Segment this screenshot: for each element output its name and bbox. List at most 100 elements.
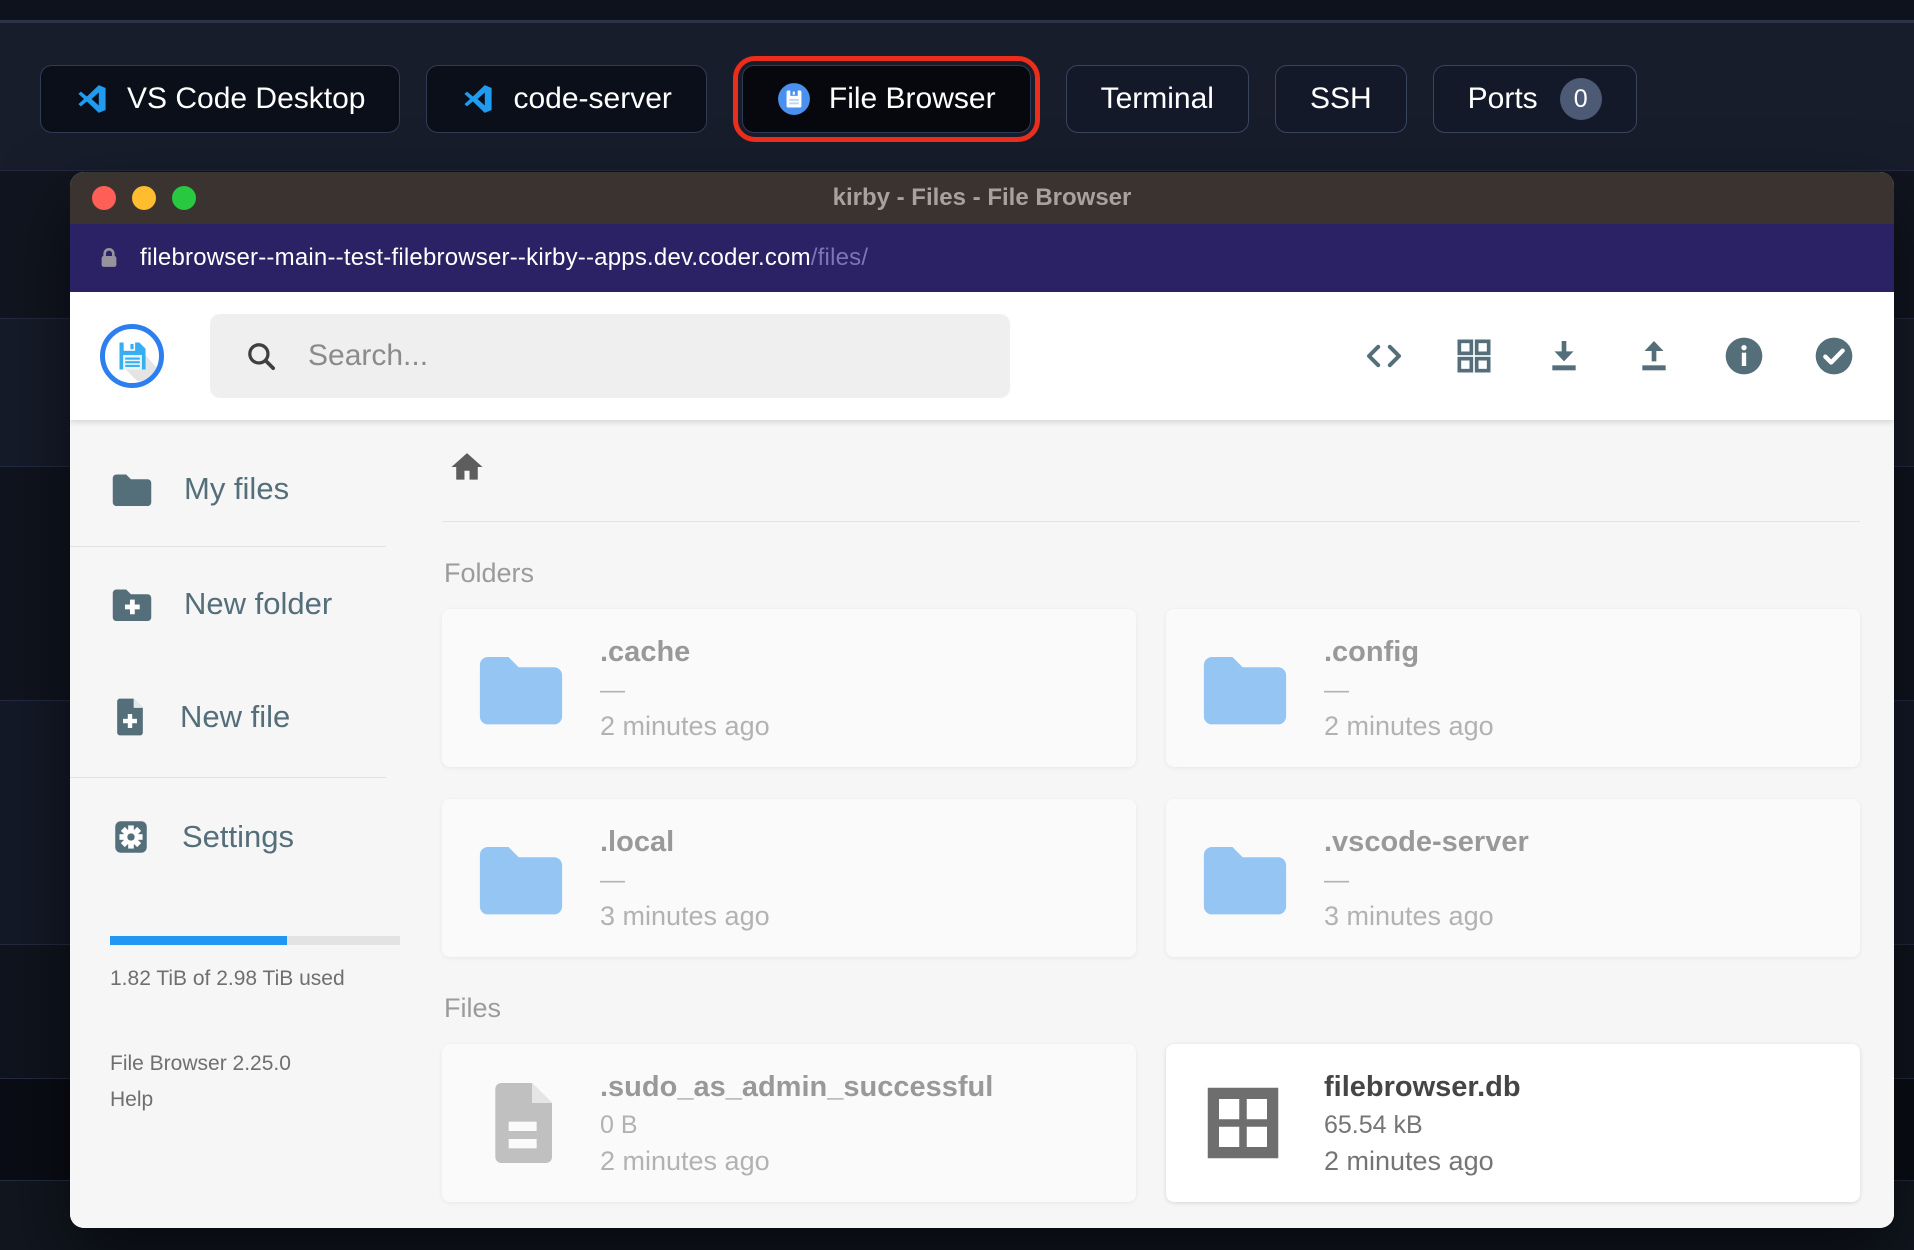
item-details: .local — 3 minutes ago bbox=[600, 825, 770, 931]
download-button[interactable] bbox=[1544, 336, 1584, 376]
folder-icon bbox=[474, 838, 568, 918]
file-listing: Folders .cache — 2 minutes ago .config —… bbox=[436, 420, 1894, 1228]
home-icon bbox=[451, 453, 483, 480]
folder-card[interactable]: .local — 3 minutes ago bbox=[442, 799, 1136, 957]
folder-card[interactable]: .vscode-server — 3 minutes ago bbox=[1166, 799, 1860, 957]
sidebar-divider bbox=[70, 777, 386, 778]
item-details: .vscode-server — 3 minutes ago bbox=[1324, 825, 1529, 931]
files-grid: .sudo_as_admin_successful 0 B 2 minutes … bbox=[442, 1044, 1860, 1202]
filebrowser-header: Search... bbox=[70, 292, 1894, 420]
help-link[interactable]: Help bbox=[110, 1085, 153, 1115]
item-name: .vscode-server bbox=[1324, 826, 1529, 858]
folders-section-label: Folders bbox=[444, 558, 535, 588]
filebrowser-logo[interactable] bbox=[100, 324, 164, 388]
tab-label: Ports bbox=[1467, 82, 1538, 115]
item-size: — bbox=[600, 676, 625, 704]
folder-card[interactable]: .cache — 2 minutes ago bbox=[442, 609, 1136, 767]
text-file-icon bbox=[474, 1076, 568, 1170]
item-modified: 2 minutes ago bbox=[600, 711, 770, 741]
filebrowser-body: My files New folder New file Settings 1.… bbox=[70, 420, 1894, 1228]
storage-progress-fill bbox=[110, 936, 287, 945]
window-title: kirby - Files - File Browser bbox=[832, 184, 1132, 211]
tab-terminal[interactable]: Terminal bbox=[1065, 65, 1249, 133]
sidebar-divider bbox=[70, 546, 386, 547]
desktop: VS Code Desktop code-server File Browser bbox=[0, 0, 1914, 1250]
filebrowser-icon bbox=[777, 83, 810, 115]
upload-button[interactable] bbox=[1634, 336, 1674, 376]
sidebar-item-settings[interactable]: Settings bbox=[70, 792, 436, 882]
grid-view-icon bbox=[1457, 339, 1491, 373]
file-plus-icon bbox=[117, 698, 143, 736]
folder-plus-icon bbox=[112, 589, 152, 622]
folder-icon bbox=[1198, 648, 1292, 728]
folder-icon bbox=[1198, 838, 1292, 918]
check-circle-icon bbox=[1815, 337, 1853, 375]
breadcrumb-home-button[interactable] bbox=[448, 448, 486, 489]
item-details: .cache — 2 minutes ago bbox=[600, 635, 770, 741]
item-size: — bbox=[1324, 676, 1349, 704]
listing-divider bbox=[442, 521, 1860, 522]
item-size: — bbox=[600, 866, 625, 894]
tab-ports[interactable]: Ports 0 bbox=[1432, 65, 1637, 133]
info-icon bbox=[1725, 337, 1763, 375]
info-button[interactable] bbox=[1724, 336, 1764, 376]
sidebar: My files New folder New file Settings 1.… bbox=[70, 420, 436, 1228]
app-tabs-bar: VS Code Desktop code-server File Browser bbox=[40, 56, 1637, 142]
window-titlebar: kirby - Files - File Browser bbox=[70, 172, 1894, 224]
item-name: .config bbox=[1324, 636, 1420, 668]
tab-label: VS Code Desktop bbox=[127, 82, 366, 115]
grid-view-button[interactable] bbox=[1454, 336, 1494, 376]
code-view-button[interactable] bbox=[1364, 336, 1404, 376]
database-file-icon bbox=[1198, 1078, 1292, 1168]
sidebar-item-label: New folder bbox=[184, 586, 333, 621]
tab-label: File Browser bbox=[828, 82, 996, 115]
sidebar-item-new-folder[interactable]: New folder bbox=[70, 561, 436, 647]
search-icon bbox=[248, 343, 276, 371]
sidebar-item-my-files[interactable]: My files bbox=[70, 446, 436, 532]
tab-label: code-server bbox=[513, 82, 672, 115]
tab-vscode-desktop[interactable]: VS Code Desktop bbox=[40, 65, 401, 133]
tab-code-server[interactable]: code-server bbox=[426, 65, 707, 133]
item-name: .local bbox=[600, 826, 675, 858]
sidebar-item-label: New file bbox=[180, 699, 291, 734]
tab-label: Terminal bbox=[1100, 82, 1214, 115]
select-multiple-button[interactable] bbox=[1814, 336, 1854, 376]
item-modified: 3 minutes ago bbox=[600, 901, 770, 931]
item-details: filebrowser.db 65.54 kB 2 minutes ago bbox=[1324, 1070, 1521, 1176]
search-placeholder: Search... bbox=[308, 339, 429, 372]
url-bar[interactable]: filebrowser--main--test-filebrowser--kir… bbox=[70, 224, 1894, 292]
item-details: .sudo_as_admin_successful 0 B 2 minutes … bbox=[600, 1070, 993, 1176]
sidebar-item-label: Settings bbox=[182, 819, 295, 854]
floppy-disk-icon bbox=[119, 342, 157, 381]
tab-file-browser[interactable]: File Browser bbox=[741, 65, 1031, 133]
item-name: .sudo_as_admin_successful bbox=[600, 1071, 994, 1103]
file-card[interactable]: filebrowser.db 65.54 kB 2 minutes ago bbox=[1166, 1044, 1860, 1202]
item-name: filebrowser.db bbox=[1324, 1071, 1521, 1103]
sidebar-credits: File Browser 2.25.0 Help bbox=[110, 1049, 436, 1115]
lock-icon bbox=[101, 248, 117, 267]
item-details: .config — 2 minutes ago bbox=[1324, 635, 1494, 741]
folder-icon bbox=[112, 474, 152, 507]
item-modified: 2 minutes ago bbox=[1324, 1146, 1494, 1176]
item-modified: 2 minutes ago bbox=[1324, 711, 1494, 741]
item-size: 0 B bbox=[600, 1111, 638, 1139]
browser-window: kirby - Files - File Browser filebrowser… bbox=[70, 172, 1894, 1228]
url-host: filebrowser--main--test-filebrowser--kir… bbox=[140, 244, 811, 271]
storage-usage-label: 1.82 TiB of 2.98 TiB used bbox=[110, 967, 345, 990]
settings-icon bbox=[115, 821, 147, 853]
vscode-icon bbox=[464, 85, 493, 113]
folder-icon bbox=[474, 648, 568, 728]
search-input[interactable]: Search... bbox=[210, 314, 1010, 398]
url-text: filebrowser--main--test-filebrowser--kir… bbox=[140, 244, 868, 272]
vscode-icon bbox=[78, 85, 106, 113]
download-icon bbox=[1552, 341, 1576, 371]
tab-label: SSH bbox=[1309, 82, 1372, 115]
tab-ssh[interactable]: SSH bbox=[1274, 65, 1407, 133]
desktop-background bbox=[0, 0, 1914, 20]
header-actions bbox=[1364, 336, 1854, 376]
file-card[interactable]: .sudo_as_admin_successful 0 B 2 minutes … bbox=[442, 1044, 1136, 1202]
item-size: — bbox=[1324, 866, 1349, 894]
sidebar-item-new-file[interactable]: New file bbox=[70, 671, 436, 763]
folder-card[interactable]: .config — 2 minutes ago bbox=[1166, 609, 1860, 767]
